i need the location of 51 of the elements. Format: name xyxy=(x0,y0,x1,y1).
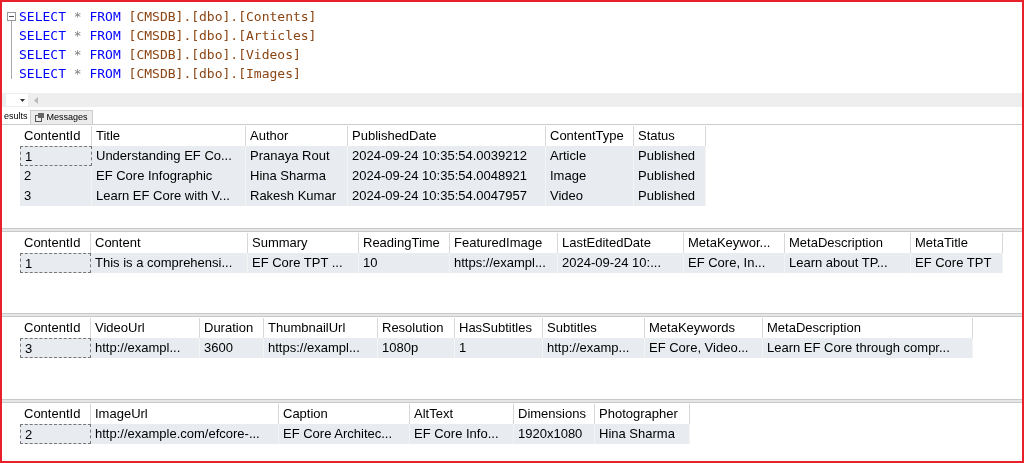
table-cell: Learn about TP... xyxy=(785,253,911,273)
table-cell: EF Core TPT xyxy=(911,253,1003,273)
table-cell: EF Core Info... xyxy=(410,424,514,444)
table-cell: 2 xyxy=(20,424,91,444)
table-cell: 3 xyxy=(20,186,92,206)
table-cell: Learn EF Core through compr... xyxy=(763,338,973,358)
table-cell: 3 xyxy=(20,338,91,358)
table-cell: 1 xyxy=(20,146,92,166)
code-line: SELECT * FROM [CMSDB].[dbo].[Contents] xyxy=(19,8,317,26)
table-cell: This is a comprehensi... xyxy=(91,253,248,273)
code-line: SELECT * FROM [CMSDB].[dbo].[Videos] xyxy=(19,46,302,64)
table-cell: Rakesh Kumar xyxy=(246,186,348,206)
table-cell: http://example.com/efcore-... xyxy=(91,424,279,444)
table-cell: 1920x1080 xyxy=(514,424,595,444)
table-cell: 2024-09-24 10:35:54.0048921 xyxy=(348,166,546,186)
table-cell: https://exampl... xyxy=(450,253,558,273)
table-cell: Learn EF Core with V... xyxy=(92,186,246,206)
table-cell: Pranaya Rout xyxy=(246,146,348,166)
code-line: SELECT * FROM [CMSDB].[dbo].[Images] xyxy=(19,65,302,83)
table-cell: 10 xyxy=(359,253,450,273)
collapse-icon[interactable] xyxy=(7,12,16,21)
table-cell: http://exampl... xyxy=(91,338,200,358)
table-cell: Hina Sharma xyxy=(246,166,348,186)
table-cell: Published xyxy=(634,186,706,206)
table-cell: Image xyxy=(546,166,634,186)
table-cell: 1 xyxy=(20,253,91,273)
table-cell: 2024-09-24 10:35:54.0039212 xyxy=(348,146,546,166)
zoom-dropdown[interactable] xyxy=(6,94,28,106)
table-cell: Published xyxy=(634,146,706,166)
table-cell: Video xyxy=(546,186,634,206)
table-cell: EF Core Infographic xyxy=(92,166,246,186)
table-cell: EF Core Architec... xyxy=(279,424,410,444)
table-cell: EF Core, Video... xyxy=(645,338,763,358)
table-cell: EF Core TPT ... xyxy=(248,253,359,273)
caret-icon xyxy=(20,98,25,102)
table-cell: Published xyxy=(634,166,706,186)
table-cell: Understanding EF Co... xyxy=(92,146,246,166)
table-cell: Hina Sharma xyxy=(595,424,690,444)
table-cell: 2024-09-24 10:35:54.0047957 xyxy=(348,186,546,206)
table-cell: 3600 xyxy=(200,338,264,358)
table-cell: https://exampl... xyxy=(264,338,378,358)
table-cell: 1 xyxy=(455,338,543,358)
table-cell: 2 xyxy=(20,166,92,186)
table-cell: 1080p xyxy=(378,338,455,358)
table-cell: EF Core, In... xyxy=(684,253,785,273)
table-cell: http://examp... xyxy=(543,338,645,358)
results-tab[interactable]: Messages xyxy=(29,110,93,124)
table-cell: Article xyxy=(546,146,634,166)
code-line: SELECT * FROM [CMSDB].[dbo].[Articles] xyxy=(19,27,317,45)
messages-icon xyxy=(34,113,44,122)
table-cell: 2024-09-24 10:... xyxy=(558,253,684,273)
